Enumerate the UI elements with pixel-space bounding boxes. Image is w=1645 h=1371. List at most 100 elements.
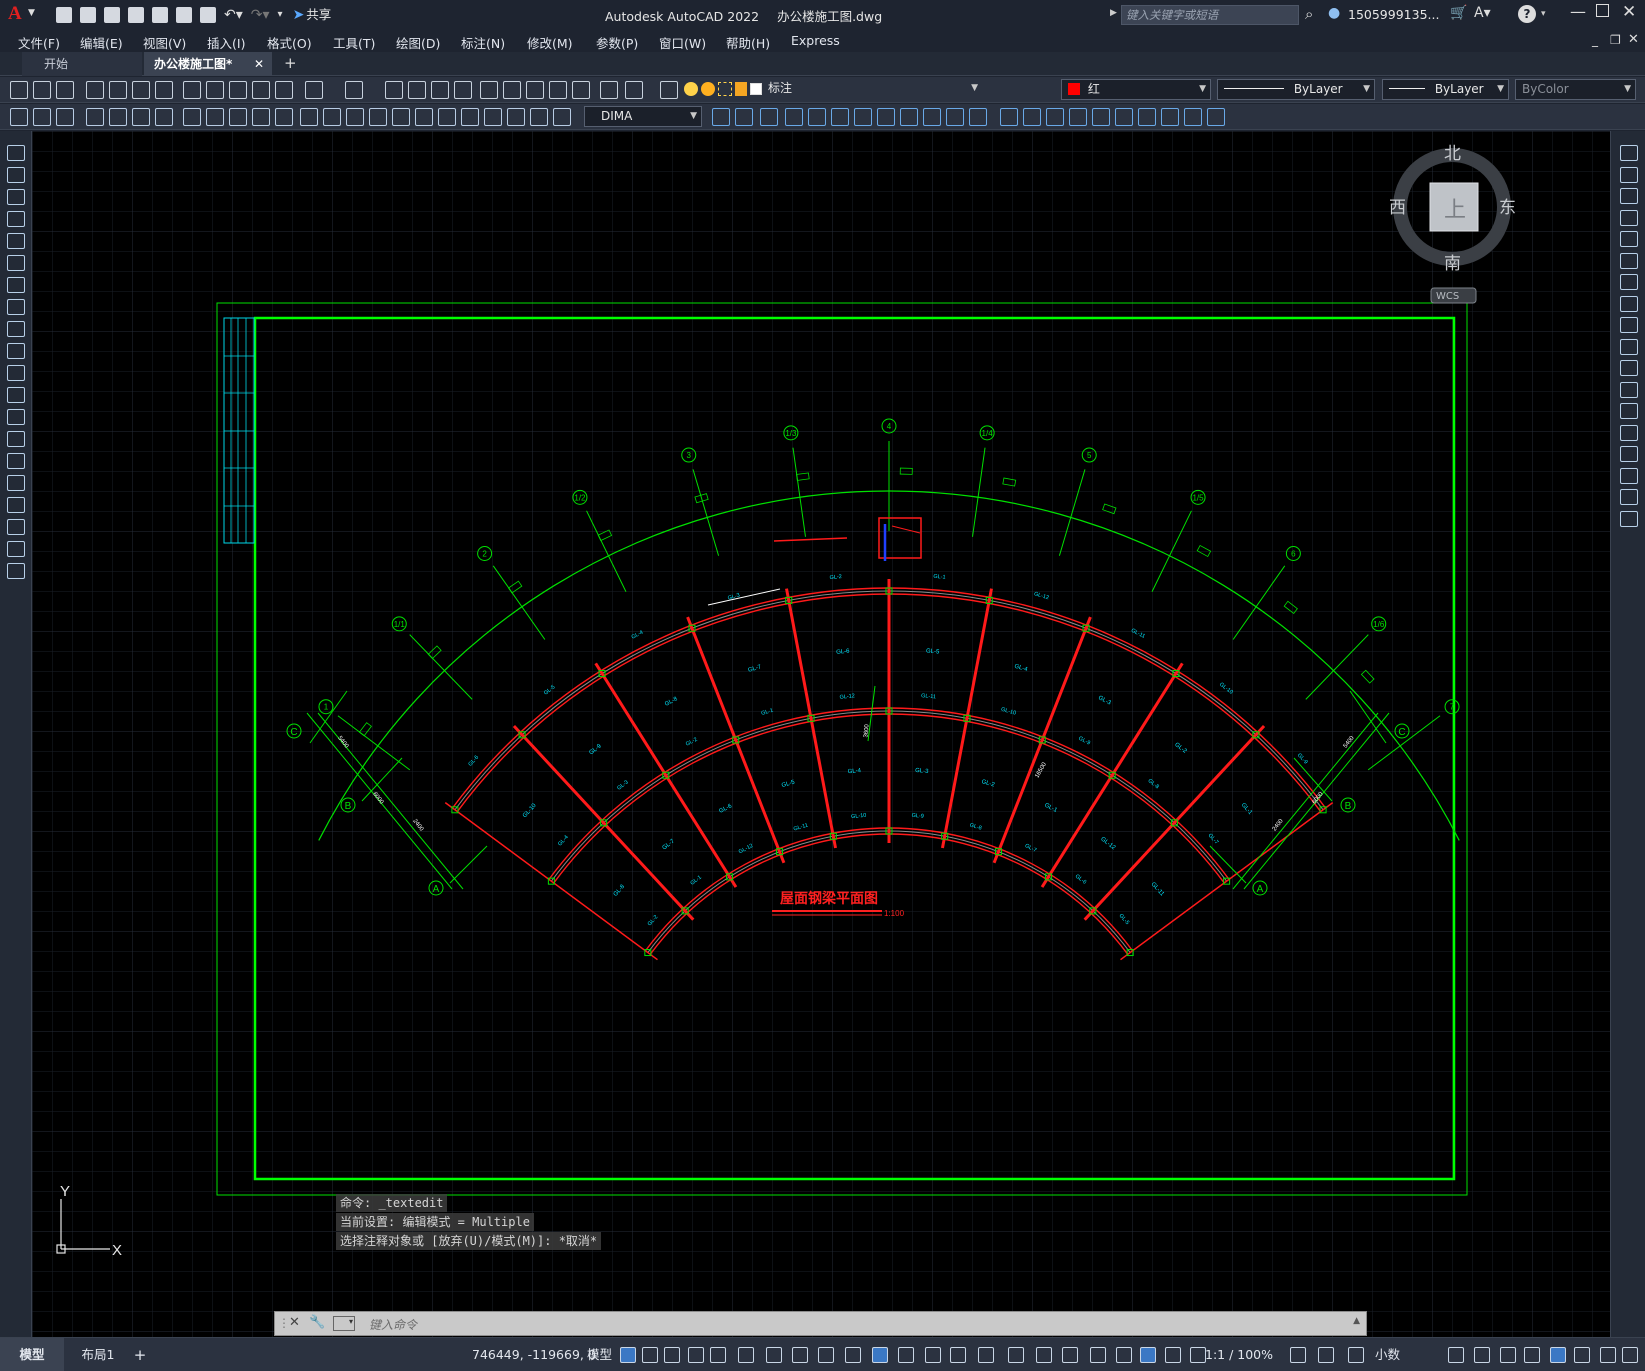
menu-tools[interactable]: 工具(T) [333, 33, 375, 52]
view-tool-5-icon[interactable] [431, 81, 449, 99]
close-button[interactable]: ✕ [1622, 2, 1636, 22]
menu-window[interactable]: 窗口(W) [659, 33, 706, 52]
modify-side-tool-9-icon[interactable] [1620, 317, 1638, 333]
dim-tool-20-icon[interactable] [461, 108, 479, 126]
modify-side-tool-6-icon[interactable] [1620, 252, 1638, 269]
modify-tool-19-icon[interactable] [1138, 108, 1156, 126]
status-toggle-6-icon[interactable] [738, 1347, 754, 1363]
draw-tool-15-icon[interactable] [7, 453, 25, 469]
open-from-web-icon[interactable] [152, 7, 168, 23]
linetype-select[interactable]: ByLayer ▼ [1217, 79, 1375, 100]
draw-tool-16-icon[interactable] [7, 475, 25, 491]
dim-tool-1-icon[interactable] [10, 108, 28, 126]
status-toggle-16-icon[interactable] [1008, 1347, 1024, 1363]
draw-tool-17-icon[interactable] [7, 497, 25, 513]
doc-close-button[interactable]: ✕ [1628, 32, 1639, 47]
command-input[interactable] [363, 1312, 1353, 1335]
dim-tool-2-icon[interactable] [33, 108, 51, 126]
view-tool-14-icon[interactable] [660, 81, 678, 99]
lineweight-select[interactable]: ByLayer ▼ [1382, 79, 1509, 100]
draw-tool-2-icon[interactable] [7, 167, 25, 183]
dim-tool-22-icon[interactable] [507, 108, 525, 126]
modify-tool-18-icon[interactable] [1115, 108, 1133, 126]
modify-tool-7-icon[interactable] [854, 108, 872, 126]
modify-tool-9-icon[interactable] [900, 108, 918, 126]
dim-tool-21-icon[interactable] [484, 108, 502, 126]
command-customize-icon[interactable]: 🔧 [309, 1315, 325, 1330]
modify-side-tool-5-icon[interactable] [1620, 231, 1638, 247]
plotstyle-select[interactable]: ByColor ▼ [1515, 79, 1636, 100]
view-tool-8-icon[interactable] [503, 81, 521, 99]
draw-tool-1-icon[interactable] [7, 145, 25, 161]
modify-side-tool-12-icon[interactable] [1620, 381, 1638, 398]
status-toggle-14-icon[interactable] [950, 1347, 966, 1363]
dim-tool-8-icon[interactable] [183, 108, 201, 126]
draw-tool-5-icon[interactable] [7, 233, 25, 249]
drawing-canvas[interactable]: 1 1/1 2 1/2 3 1/3 4 1/4 5 1/5 6 1/6 7 GL-1 GL-2 GL-3 GL-… [32, 131, 1610, 1337]
standard-tool-4-icon[interactable] [86, 81, 104, 99]
status-toggle-2-icon[interactable] [642, 1347, 658, 1363]
modify-tool-10-icon[interactable] [923, 108, 941, 126]
coordinates-readout[interactable]: 746449, -119669, 0 [472, 1338, 596, 1371]
status-toggle-28-icon[interactable] [1474, 1347, 1490, 1363]
modify-tool-16-icon[interactable] [1069, 108, 1087, 126]
cart-icon[interactable]: 🛒 [1450, 5, 1467, 21]
status-toggle-5-icon[interactable] [710, 1347, 726, 1363]
dim-tool-13-icon[interactable] [300, 108, 318, 126]
status-toggle-17-icon[interactable] [1036, 1347, 1052, 1363]
status-toggle-7-icon[interactable] [766, 1347, 782, 1363]
modify-tool-3-icon[interactable] [760, 108, 778, 126]
color-select[interactable]: 红 ▼ [1061, 79, 1211, 100]
dim-tool-6-icon[interactable] [132, 108, 150, 126]
modify-side-tool-14-icon[interactable] [1620, 424, 1638, 441]
redo-icon[interactable]: ↷▾ [251, 7, 270, 23]
status-toggle-32-icon[interactable] [1574, 1347, 1590, 1363]
status-toggle-27-icon[interactable] [1448, 1347, 1464, 1363]
status-toggle-25-icon[interactable] [1318, 1347, 1334, 1363]
model-tab[interactable]: 模型 [0, 1338, 64, 1371]
menu-modify[interactable]: 修改(M) [527, 33, 573, 52]
view-tool-9-icon[interactable] [526, 81, 544, 99]
modify-side-tool-10-icon[interactable] [1620, 338, 1638, 355]
view-tool-1-icon[interactable] [305, 81, 323, 99]
command-recent-icon[interactable]: ▾ [333, 1316, 355, 1331]
draw-tool-13-icon[interactable] [7, 409, 25, 425]
standard-tool-11-icon[interactable] [252, 81, 270, 99]
status-toggle-9-icon[interactable] [818, 1347, 834, 1363]
draw-tool-10-icon[interactable] [7, 343, 25, 359]
modify-side-tool-4-icon[interactable] [1620, 209, 1638, 226]
dim-tool-19-icon[interactable] [438, 108, 456, 126]
draw-tool-7-icon[interactable] [7, 277, 25, 293]
dim-tool-7-icon[interactable] [155, 108, 173, 126]
status-toggle-15-icon[interactable] [978, 1347, 994, 1363]
modify-side-tool-1-icon[interactable] [1620, 145, 1638, 161]
modify-tool-17-icon[interactable] [1092, 108, 1110, 126]
tab-document[interactable]: 办公楼施工图* ✕ [144, 52, 272, 76]
layer-lock-icon[interactable] [735, 82, 747, 96]
view-tool-4-icon[interactable] [408, 81, 426, 99]
menu-view[interactable]: 视图(V) [143, 33, 186, 52]
status-toggle-31-icon[interactable] [1550, 1347, 1566, 1363]
annotation-scale[interactable]: 1:1 / 100% [1205, 1338, 1273, 1371]
draw-tool-20-icon[interactable] [7, 563, 25, 579]
draw-tool-12-icon[interactable] [7, 387, 25, 403]
doc-minimize-button[interactable]: _ [1592, 33, 1598, 47]
modify-tool-22-icon[interactable] [1207, 108, 1225, 126]
status-toggle-34-icon[interactable] [1622, 1347, 1638, 1363]
view-tool-6-icon[interactable] [454, 81, 472, 99]
status-toggle-4-icon[interactable] [688, 1347, 704, 1363]
menu-edit[interactable]: 编辑(E) [80, 33, 123, 52]
viewcube-south[interactable]: 南 [1444, 254, 1461, 274]
modify-tool-1-icon[interactable] [712, 108, 730, 126]
new-tab-button[interactable]: + [284, 54, 297, 72]
standard-tool-1-icon[interactable] [10, 81, 28, 99]
status-toggle-10-icon[interactable] [845, 1347, 861, 1363]
dim-tool-17-icon[interactable] [392, 108, 410, 126]
modify-side-tool-11-icon[interactable] [1620, 360, 1638, 376]
dim-tool-4-icon[interactable] [86, 108, 104, 126]
user-name[interactable]: 1505999135... [1348, 7, 1439, 22]
standard-tool-10-icon[interactable] [229, 81, 247, 99]
standard-tool-2-icon[interactable] [33, 81, 51, 99]
save-to-web-icon[interactable] [176, 7, 192, 23]
modify-side-tool-7-icon[interactable] [1620, 274, 1638, 290]
